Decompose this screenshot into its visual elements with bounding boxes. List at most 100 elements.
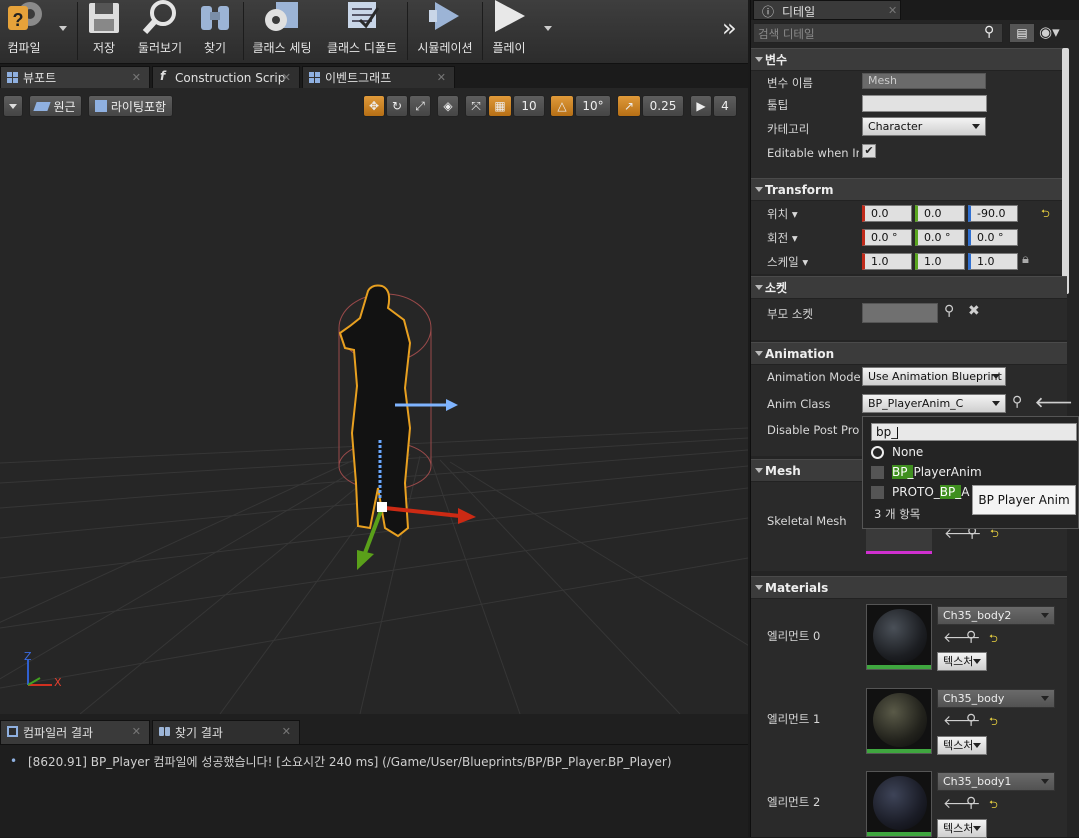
picker-search-input[interactable]: bp_ (871, 423, 1077, 441)
skeletal-mesh-thumbnail[interactable] (866, 528, 932, 554)
rotate-mode-icon[interactable]: ↻ (386, 95, 408, 117)
class-settings-button[interactable]: 클래스 세팅 (250, 0, 314, 62)
rotation-y[interactable]: 0.0 ° (915, 229, 965, 246)
details-scrollbar[interactable] (1062, 48, 1069, 294)
tab-details[interactable]: ⓘ 디테일 ✕ (753, 0, 901, 20)
save-button[interactable]: 저장 (82, 0, 126, 62)
rotation-snap-value[interactable]: 10° (575, 95, 611, 117)
picker-item-proto-bp[interactable]: PROTO_ BP_ A (871, 483, 969, 501)
section-transform[interactable]: Transform (751, 178, 1067, 200)
close-icon[interactable]: ✕ (888, 4, 897, 17)
play-button[interactable]: 플레이 (486, 0, 532, 62)
section-socket[interactable]: 소켓 (751, 276, 1067, 298)
compile-dropdown-icon[interactable] (59, 26, 67, 31)
scale-snap-icon[interactable]: ↗ (617, 95, 641, 117)
material-0-reset-icon[interactable]: ⮌ (989, 630, 998, 649)
close-icon[interactable]: ✕ (132, 725, 141, 738)
tab-find-results[interactable]: 찾기 결과 ✕ (152, 720, 300, 744)
anim-mode-dropdown[interactable]: Use Animation Blueprint (862, 367, 1006, 386)
material-1-reset-icon[interactable]: ⮌ (989, 713, 998, 732)
property-matrix-icon[interactable]: ▤ (1009, 23, 1035, 43)
lock-icon[interactable]: 🔒︎ (1022, 252, 1029, 267)
material-2-search-icon[interactable]: ⚲ (966, 795, 976, 811)
tab-viewport[interactable]: 뷰포트 ✕ (0, 66, 150, 88)
clear-socket-icon[interactable]: ✖ (968, 303, 980, 319)
section-variable[interactable]: 변수 (751, 48, 1067, 70)
grid-snap-icon[interactable]: ▦ (488, 95, 512, 117)
material-1-texture-button[interactable]: 텍스처 (937, 736, 987, 755)
class-defaults-button[interactable]: 클래스 디폴트 (323, 0, 401, 62)
toolbar-overflow-icon[interactable]: » (722, 14, 737, 42)
material-0-dropdown[interactable]: Ch35_body2 (937, 606, 1055, 625)
material-0-search-icon[interactable]: ⚲ (966, 629, 976, 645)
simulate-button[interactable]: 시뮬레이션 (412, 0, 478, 62)
parent-socket-field[interactable] (862, 303, 938, 323)
tooltip-field[interactable] (862, 95, 987, 112)
rotation-x[interactable]: 0.0 ° (862, 229, 912, 246)
material-0-texture-button[interactable]: 텍스처 (937, 652, 987, 671)
close-icon[interactable]: ✕ (282, 725, 291, 738)
surface-snap-icon[interactable]: ⤧ (465, 95, 487, 117)
variable-name-field[interactable]: Mesh (862, 73, 986, 89)
viewport[interactable]: X Z 원근 라이팅포함 ✥ ↻ ⤢ ◈ ⤧ ▦ 10 △ 10° ↗ 0.25… (0, 88, 748, 714)
location-y[interactable]: 0.0 (915, 205, 965, 222)
material-2-thumbnail[interactable] (866, 771, 932, 837)
section-materials[interactable]: Materials (751, 576, 1067, 598)
material-2-reset-icon[interactable]: ⮌ (989, 796, 998, 815)
scale-y[interactable]: 1.0 (915, 253, 965, 270)
info-icon: ⓘ (762, 5, 775, 19)
location-x[interactable]: 0.0 (862, 205, 912, 222)
browse-button[interactable]: 둘러보기 (133, 0, 187, 62)
material-1-thumbnail[interactable] (866, 688, 932, 754)
material-0-thumbnail[interactable] (866, 604, 932, 670)
tab-compiler-results[interactable]: 컴파일러 결과 ✕ (0, 720, 150, 744)
camera-speed-icon[interactable]: ▶ (690, 95, 712, 117)
details-search-input[interactable]: 검색 디테일 ⚲ (753, 23, 1003, 43)
play-dropdown-icon[interactable] (544, 26, 552, 31)
use-selected-arrow-icon[interactable]: 🡐 (1035, 394, 1073, 411)
material-1-dropdown[interactable]: Ch35_body (937, 689, 1055, 708)
material-2-texture-button[interactable]: 텍스처 (937, 819, 987, 838)
viewport-menu-button[interactable] (3, 95, 23, 117)
main-toolbar: ? 컴파일 저장 둘러보기 찾기 클래스 세팅 클래스 디폴트 시뮬레이션 플레… (0, 0, 748, 64)
perspective-button[interactable]: 원근 (29, 95, 82, 117)
rotation-snap-icon[interactable]: △ (550, 95, 574, 117)
tab-label: 디테일 (782, 5, 816, 19)
rotation-z[interactable]: 0.0 ° (968, 229, 1018, 246)
world-local-icon[interactable]: ◈ (437, 95, 459, 117)
section-animation[interactable]: Animation (751, 342, 1067, 364)
tab-event-graph[interactable]: 이벤트그래프 ✕ (302, 66, 455, 88)
rotation-label[interactable]: 회전 ▾ (767, 230, 798, 246)
location-z[interactable]: -90.0 (968, 205, 1018, 222)
category-dropdown[interactable]: Character (862, 117, 986, 136)
material-2-dropdown[interactable]: Ch35_body1 (937, 772, 1055, 791)
find-button[interactable]: 찾기 (193, 0, 237, 62)
view-options-eye-icon[interactable]: ◉▾ (1039, 23, 1075, 43)
reset-location-icon[interactable]: ⮌ (1041, 205, 1050, 224)
anim-class-search-icon[interactable]: ⚲ (1012, 394, 1022, 410)
close-icon[interactable]: ✕ (132, 71, 141, 84)
location-label[interactable]: 위치 ▾ (767, 206, 798, 222)
tab-construction-script[interactable]: f Construction Scrip ✕ (152, 66, 300, 88)
anim-class-dropdown[interactable]: BP_PlayerAnim_C (862, 394, 1006, 413)
section-mesh[interactable]: Mesh (751, 459, 863, 481)
material-1-search-icon[interactable]: ⚲ (966, 712, 976, 728)
picker-item-none[interactable]: None (871, 443, 923, 461)
translate-mode-icon[interactable]: ✥ (363, 95, 385, 117)
scale-label[interactable]: 스케일 ▾ (767, 254, 808, 270)
browse-socket-search-icon[interactable]: ⚲ (944, 303, 954, 319)
picker-item-bp-playeranim[interactable]: BP_ PlayerAnim (871, 463, 982, 481)
lighting-mode-button[interactable]: 라이팅포함 (88, 95, 173, 117)
editable-checkbox[interactable]: ✔ (862, 144, 876, 158)
camera-speed-value[interactable]: 4 (713, 95, 737, 117)
details-tab-bar: ⓘ 디테일 ✕ (751, 0, 1079, 20)
scale-x[interactable]: 1.0 (862, 253, 912, 270)
element-2-label: 엘리먼트 2 (767, 795, 821, 809)
scale-mode-icon[interactable]: ⤢ (409, 95, 431, 117)
compile-button[interactable]: ? 컴파일 (0, 0, 48, 62)
scale-snap-value[interactable]: 0.25 (642, 95, 684, 117)
scale-z[interactable]: 1.0 (968, 253, 1018, 270)
close-icon[interactable]: ✕ (282, 71, 291, 84)
close-icon[interactable]: ✕ (437, 71, 446, 84)
grid-snap-value[interactable]: 10 (513, 95, 545, 117)
